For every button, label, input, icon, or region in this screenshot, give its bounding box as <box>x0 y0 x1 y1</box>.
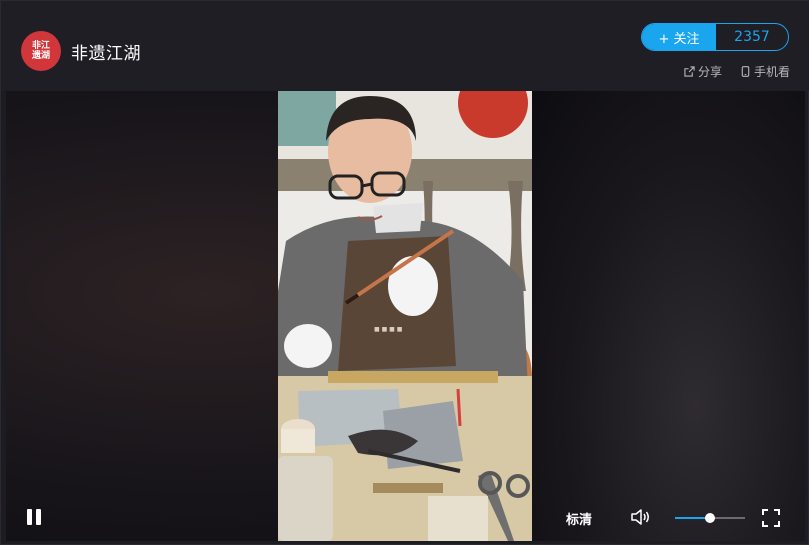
share-button[interactable]: 分享 <box>684 63 722 80</box>
video-frame[interactable]: ■ ■ ■ ■ <box>278 91 532 541</box>
follow-group: + 关注 2357 <box>641 23 789 51</box>
avatar-logo: 非江 遗湖 <box>28 41 54 61</box>
share-label: 分享 <box>697 65 722 79</box>
pause-icon[interactable] <box>27 509 43 525</box>
video-content-image: ■ ■ ■ ■ <box>278 91 532 541</box>
player-backdrop <box>532 91 805 541</box>
video-player[interactable]: ■ ■ ■ ■ 标清 <box>6 91 805 541</box>
channel-avatar[interactable]: 非江 遗湖 <box>21 31 61 71</box>
video-page: 非江 遗湖 非遗江湖 + 关注 2357 分享 手机看 ■ ■ ■ ■ 标清 <box>0 0 809 545</box>
fullscreen-icon[interactable] <box>761 508 781 528</box>
mobile-label: 手机看 <box>753 65 790 79</box>
avatar-text-top: 非江 <box>31 41 50 51</box>
follower-count: 2357 <box>734 29 770 45</box>
quality-selector[interactable]: 标清 <box>566 509 592 528</box>
mobile-view-button[interactable]: 手机看 <box>740 63 790 80</box>
avatar-text-bottom: 遗湖 <box>31 51 50 61</box>
volume-slider[interactable] <box>675 513 745 523</box>
share-icon <box>684 66 695 77</box>
channel-header: 非江 遗湖 非遗江湖 + 关注 2357 分享 手机看 <box>1 1 809 91</box>
volume-knob[interactable] <box>705 513 715 523</box>
svg-text:■ ■ ■ ■: ■ ■ ■ ■ <box>374 326 403 333</box>
volume-icon[interactable] <box>629 507 653 527</box>
channel-name[interactable]: 非遗江湖 <box>71 39 141 64</box>
phone-icon <box>741 66 750 77</box>
player-controls: 标清 <box>6 493 805 541</box>
follow-button[interactable]: + 关注 <box>642 24 716 50</box>
meta-actions: 分享 手机看 <box>684 63 790 80</box>
